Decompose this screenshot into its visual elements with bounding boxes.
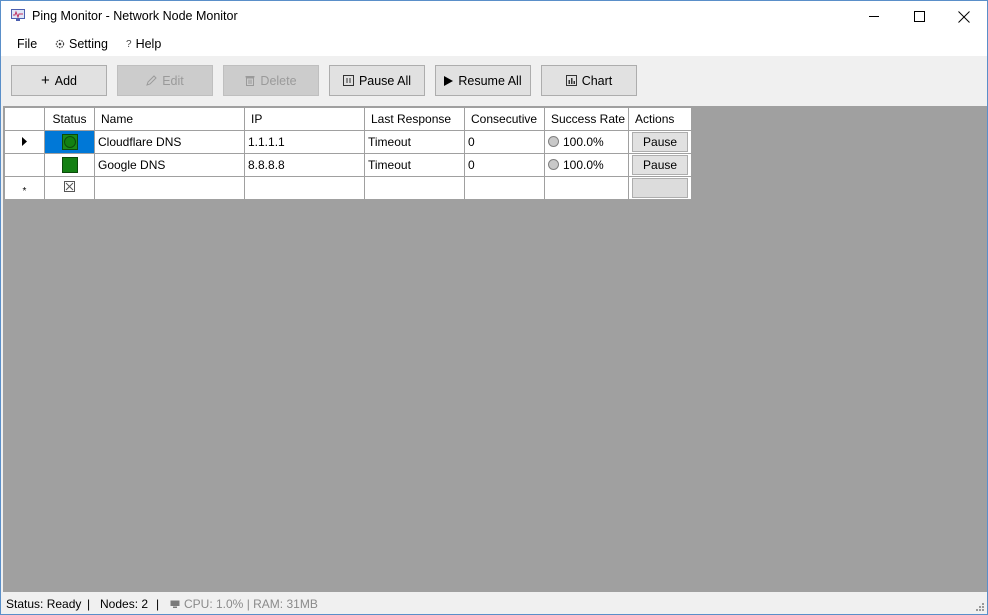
actions-cell: Pause bbox=[628, 153, 693, 177]
consecutive-cell[interactable]: 0 bbox=[464, 153, 545, 177]
delete-button[interactable]: Delete bbox=[223, 65, 319, 96]
play-icon bbox=[444, 75, 454, 86]
grid-header-row: Status Name IP Last Response Consecutive… bbox=[4, 107, 693, 131]
current-row-arrow-icon bbox=[21, 137, 27, 146]
title-bar[interactable]: Ping Monitor - Network Node Monitor bbox=[1, 1, 987, 32]
edit-button[interactable]: Edit bbox=[117, 65, 213, 96]
delete-button-label: Delete bbox=[260, 73, 297, 88]
column-header-ip[interactable]: IP bbox=[244, 107, 365, 131]
resume-all-button-label: Resume All bbox=[458, 73, 522, 88]
status-separator: | bbox=[156, 597, 160, 611]
success-rate-cell[interactable]: 100.0% bbox=[543, 130, 630, 154]
empty-action-button[interactable] bbox=[632, 178, 689, 198]
last-response-cell[interactable] bbox=[364, 176, 465, 200]
plus-icon: + bbox=[40, 72, 50, 89]
node-count: Nodes: 2 bbox=[100, 597, 149, 611]
new-row[interactable]: * bbox=[4, 176, 693, 200]
minimize-icon bbox=[868, 16, 879, 17]
rate-indicator-icon bbox=[548, 159, 559, 171]
column-header-name[interactable]: Name bbox=[94, 107, 245, 131]
pause-all-button-label: Pause All bbox=[358, 73, 412, 88]
actions-cell: Pause bbox=[628, 130, 693, 154]
monitor-icon bbox=[11, 9, 25, 21]
question-icon: ? bbox=[126, 38, 132, 50]
rate-indicator-icon bbox=[548, 136, 559, 148]
maximize-button[interactable] bbox=[896, 1, 942, 32]
close-button[interactable] bbox=[941, 1, 987, 32]
name-cell[interactable] bbox=[94, 176, 245, 200]
consecutive-cell[interactable] bbox=[464, 176, 545, 200]
add-button-label: Add bbox=[54, 73, 77, 88]
row-header-corner bbox=[4, 107, 45, 131]
pause-icon bbox=[342, 75, 354, 86]
success-rate-value: 100.0% bbox=[563, 135, 604, 149]
status-cell[interactable] bbox=[44, 153, 95, 177]
minimize-button[interactable] bbox=[851, 1, 897, 32]
last-response-cell[interactable]: Timeout bbox=[364, 130, 465, 154]
ip-cell[interactable] bbox=[244, 176, 365, 200]
menu-file-label: File bbox=[17, 37, 38, 51]
success-rate-value: 100.0% bbox=[563, 158, 604, 172]
menu-file[interactable]: File bbox=[17, 36, 37, 52]
status-cell[interactable] bbox=[44, 130, 95, 154]
ip-cell[interactable]: 1.1.1.1 bbox=[244, 130, 365, 154]
edit-button-label: Edit bbox=[162, 73, 184, 88]
toolbar: + Add Edit Delete Pause All Resume All C… bbox=[1, 56, 987, 106]
maximize-icon bbox=[913, 11, 925, 22]
menu-bar: File Setting ? Help bbox=[1, 32, 987, 56]
status-cell[interactable] bbox=[44, 176, 95, 200]
pause-node-button[interactable]: Pause bbox=[632, 155, 689, 175]
row-header[interactable] bbox=[4, 130, 45, 154]
app-window: Ping Monitor - Network Node Monitor File… bbox=[0, 0, 988, 615]
column-header-success-rate[interactable]: Success Rate bbox=[543, 107, 630, 131]
table-row[interactable]: Cloudflare DNS 1.1.1.1 Timeout 0 100.0% … bbox=[4, 130, 693, 154]
new-row-marker: * bbox=[22, 186, 27, 197]
status-indicator-icon bbox=[61, 134, 78, 150]
ip-cell[interactable]: 8.8.8.8 bbox=[244, 153, 365, 177]
resize-grip-icon[interactable] bbox=[974, 601, 984, 611]
nodes-grid-area: Status Name IP Last Response Consecutive… bbox=[3, 106, 987, 592]
actions-cell bbox=[628, 176, 693, 200]
status-bar: Status: Ready | Nodes: 2 | CPU: 1.0% | R… bbox=[1, 593, 987, 614]
menu-setting[interactable]: Setting bbox=[55, 36, 108, 52]
gear-icon bbox=[55, 39, 65, 49]
pencil-icon bbox=[146, 75, 157, 86]
resource-usage: CPU: 1.0% | RAM: 31MB bbox=[184, 597, 318, 611]
nodes-grid: Status Name IP Last Response Consecutive… bbox=[4, 107, 693, 200]
new-row-header[interactable]: * bbox=[4, 176, 45, 200]
column-header-actions[interactable]: Actions bbox=[628, 107, 693, 131]
add-button[interactable]: + Add bbox=[11, 65, 107, 96]
pause-node-button[interactable]: Pause bbox=[632, 132, 689, 152]
menu-help[interactable]: ? Help bbox=[126, 36, 161, 52]
success-rate-cell[interactable] bbox=[543, 176, 630, 200]
chart-button[interactable]: Chart bbox=[541, 65, 637, 96]
column-header-consecutive[interactable]: Consecutive bbox=[464, 107, 545, 131]
missing-image-icon bbox=[64, 181, 75, 192]
status-indicator-icon bbox=[61, 157, 78, 173]
last-response-cell[interactable]: Timeout bbox=[364, 153, 465, 177]
chart-button-label: Chart bbox=[581, 73, 613, 88]
bar-chart-icon bbox=[565, 75, 577, 86]
pause-all-button[interactable]: Pause All bbox=[329, 65, 425, 96]
column-header-last-response[interactable]: Last Response bbox=[364, 107, 465, 131]
table-row[interactable]: Google DNS 8.8.8.8 Timeout 0 100.0% Paus… bbox=[4, 153, 693, 177]
close-icon bbox=[958, 10, 970, 23]
consecutive-cell[interactable]: 0 bbox=[464, 130, 545, 154]
success-rate-cell[interactable]: 100.0% bbox=[543, 153, 630, 177]
status-separator: | bbox=[87, 597, 91, 611]
name-cell[interactable]: Cloudflare DNS bbox=[94, 130, 245, 154]
computer-icon bbox=[170, 600, 180, 608]
column-header-status[interactable]: Status bbox=[44, 107, 95, 131]
status-text: Status: Ready bbox=[6, 597, 82, 611]
resume-all-button[interactable]: Resume All bbox=[435, 65, 531, 96]
menu-help-label: Help bbox=[135, 37, 162, 51]
menu-setting-label: Setting bbox=[69, 37, 108, 51]
window-title: Ping Monitor - Network Node Monitor bbox=[32, 9, 238, 23]
trash-icon bbox=[245, 76, 255, 86]
name-cell[interactable]: Google DNS bbox=[94, 153, 245, 177]
row-header[interactable] bbox=[4, 153, 45, 177]
